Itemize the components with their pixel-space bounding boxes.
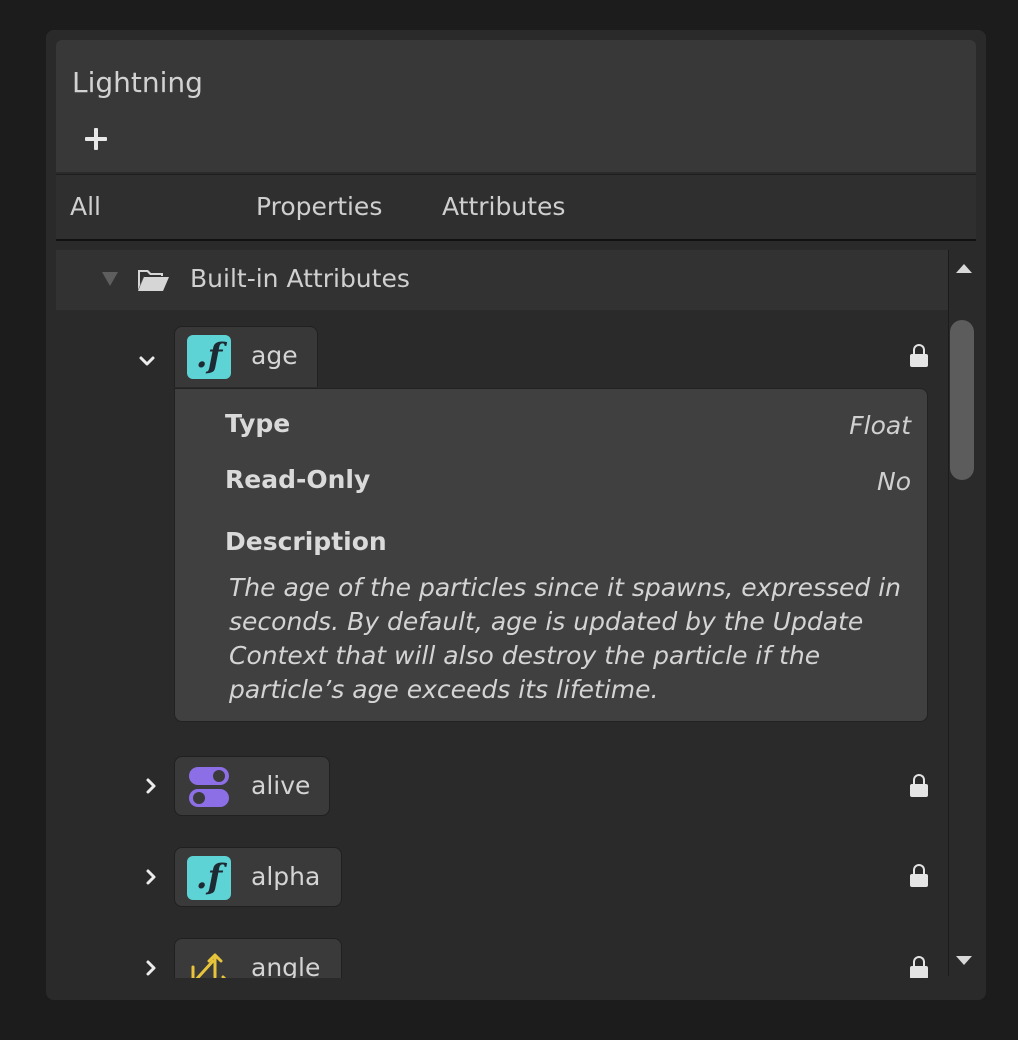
float-icon: .f (187, 335, 231, 379)
tab-properties[interactable]: Properties (256, 192, 382, 221)
tab-attributes[interactable]: Attributes (442, 192, 565, 221)
section-label: Built-in Attributes (190, 264, 410, 293)
attribute-list: Built-in Attributes .f age Type Float Re… (56, 250, 948, 978)
attribute-chip-alive[interactable]: alive (174, 756, 330, 816)
readonly-label: Read-Only (225, 465, 371, 494)
attribute-chip-age[interactable]: .f age (174, 326, 318, 387)
attribute-chip-angle[interactable]: angle (174, 938, 342, 978)
panel-title: Lightning (72, 66, 203, 99)
attribute-chip-alpha[interactable]: .f alpha (174, 847, 342, 907)
tab-bar: All Properties Attributes (56, 174, 976, 241)
lock-icon (908, 344, 930, 368)
readonly-value: No (877, 467, 911, 496)
plus-icon[interactable] (82, 124, 112, 154)
scrollbar-thumb[interactable] (950, 320, 974, 480)
float-icon: .f (187, 856, 231, 900)
attribute-name: age (251, 341, 298, 370)
chevron-right-icon[interactable] (140, 775, 162, 797)
description-label: Description (225, 527, 387, 556)
lock-icon (908, 864, 930, 888)
scroll-down-arrow-icon[interactable] (956, 956, 972, 965)
panel-header: Lightning (56, 40, 976, 172)
tab-all[interactable]: All (70, 192, 101, 221)
attribute-details: Type Float Read-Only No Description The … (174, 388, 928, 722)
boolean-toggle-icon (189, 767, 229, 807)
attribute-name: alpha (251, 862, 321, 891)
folder-open-icon (138, 270, 169, 291)
type-label: Type (225, 409, 291, 438)
description-text: The age of the particles since it spawns… (229, 573, 901, 704)
attribute-name: angle (251, 953, 321, 978)
scroll-up-arrow-icon[interactable] (956, 264, 972, 273)
scrollbar-track[interactable] (948, 250, 949, 976)
expand-triangle-icon[interactable] (102, 272, 118, 286)
blackboard-panel: Lightning All Properties Attributes Buil… (46, 30, 986, 1000)
chevron-right-icon[interactable] (140, 957, 162, 978)
lock-icon (908, 956, 930, 978)
lock-icon (908, 774, 930, 798)
section-built-in-attributes[interactable]: Built-in Attributes (56, 250, 948, 310)
chevron-down-icon[interactable] (136, 350, 158, 372)
vector-icon (191, 953, 227, 978)
chevron-right-icon[interactable] (140, 866, 162, 888)
attribute-name: alive (251, 771, 311, 800)
type-value: Float (849, 411, 911, 440)
